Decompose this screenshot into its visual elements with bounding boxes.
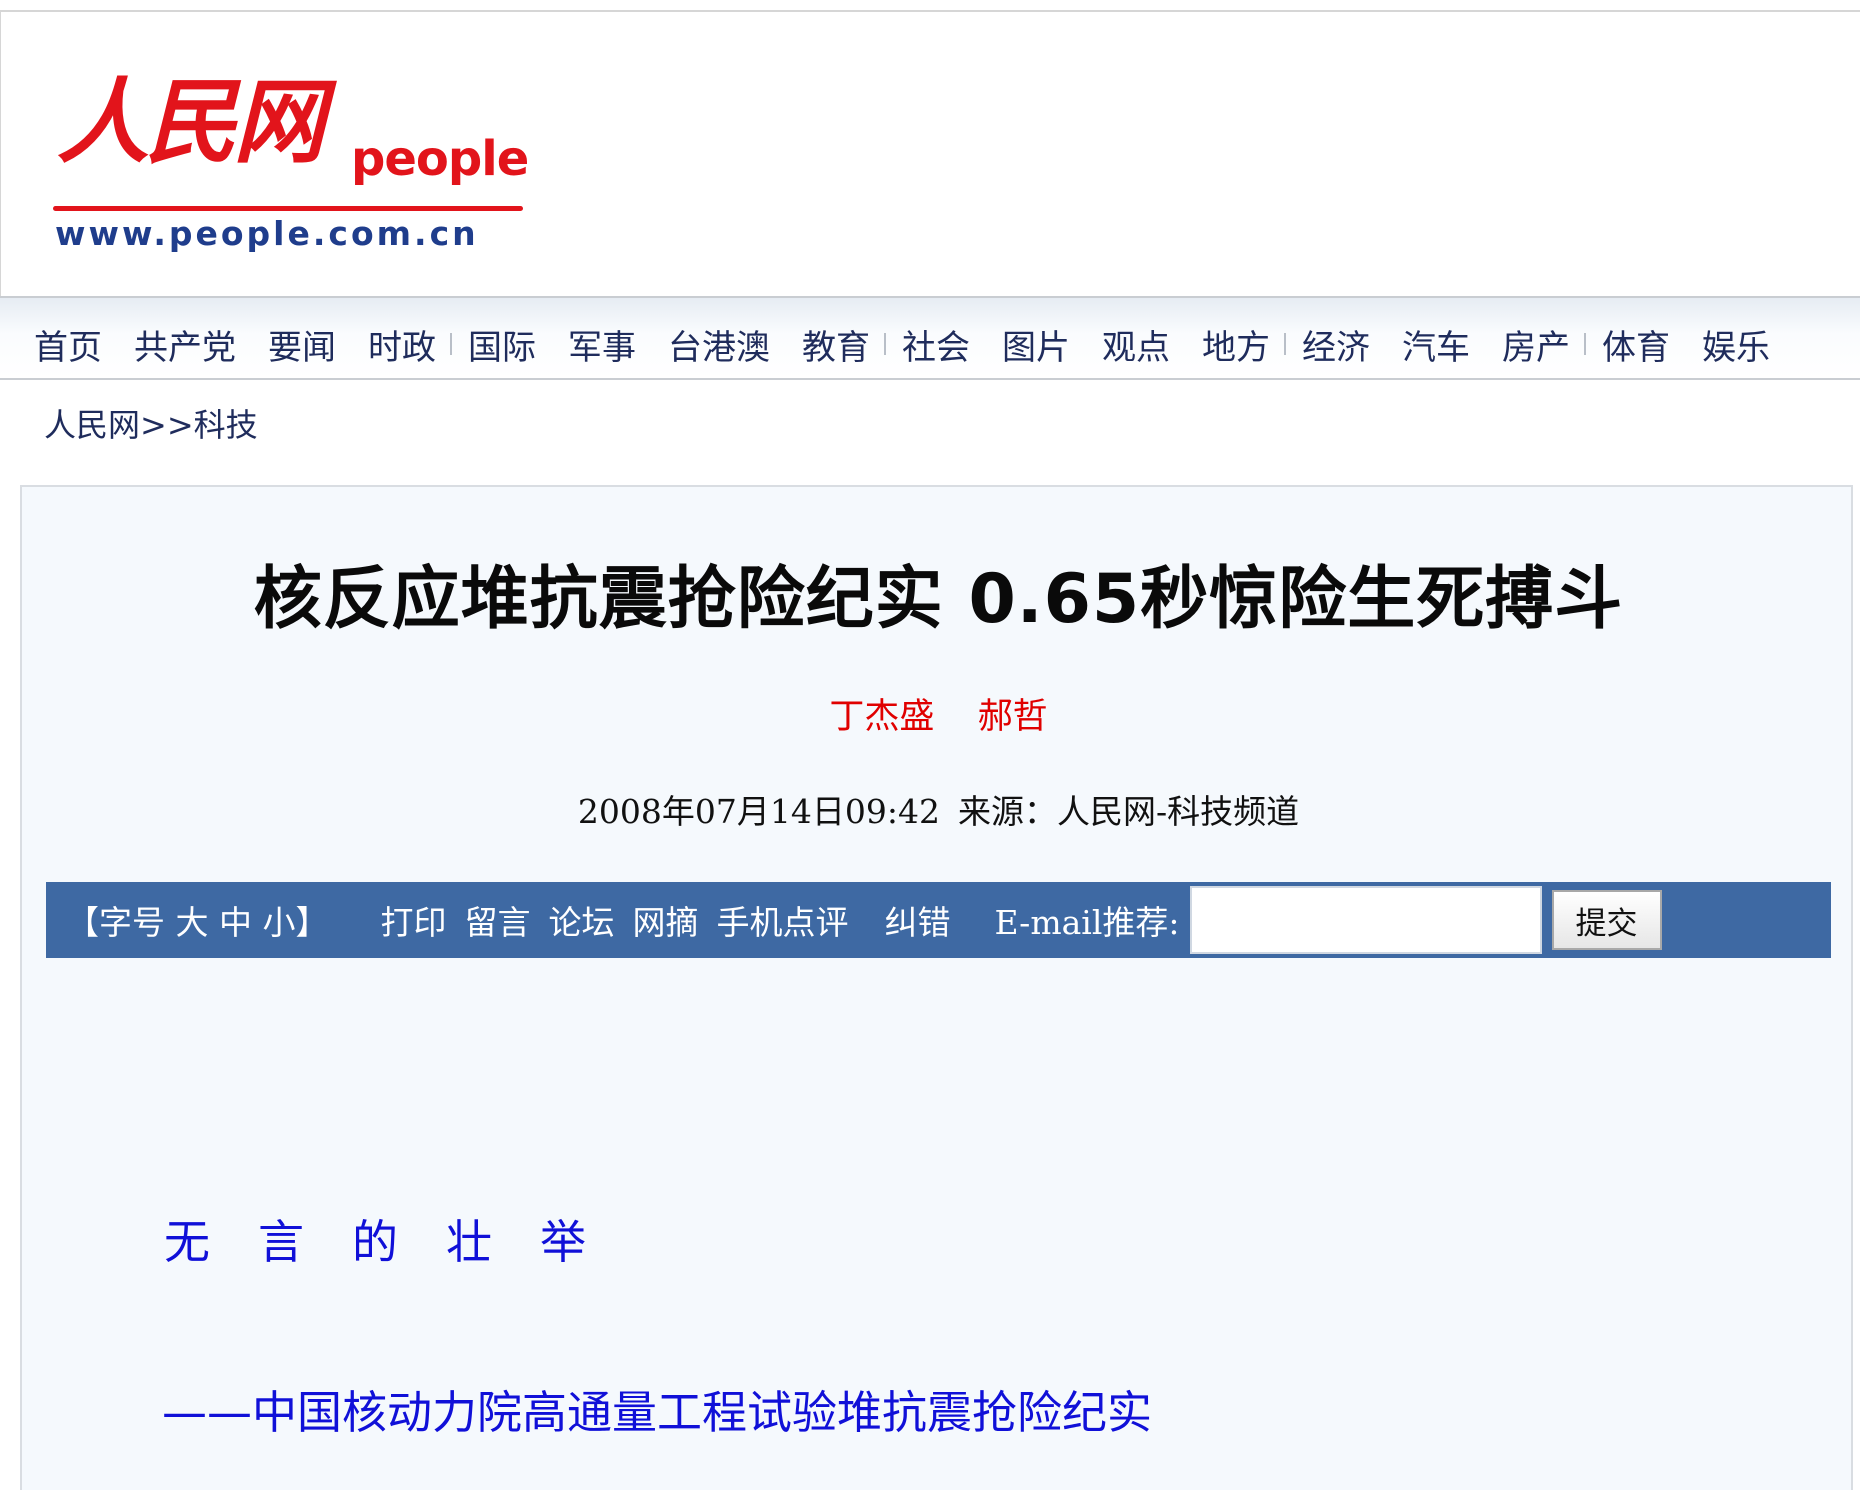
forum-link[interactable]: 论坛 (548, 896, 614, 944)
print-link[interactable]: 打印 (380, 896, 446, 944)
page: 人民网 people www.people.com.cn 首页 共产党 要闻 时政 国际… (0, 0, 1860, 1490)
nav-item[interactable]: 娱乐 (1702, 320, 1770, 369)
nav-item[interactable]: 台港澳 (668, 320, 770, 369)
article-subtitle: ——中国核动力院高通量工程试验堆抗震抢险纪实 (162, 1386, 1153, 1439)
nav-item[interactable]: 房产 (1502, 320, 1570, 369)
logo-chinese-text: 人民网 (57, 68, 325, 176)
logo-url-text: www.people.com.cn (55, 214, 479, 253)
main-nav: 首页 共产党 要闻 时政 国际 军事 台港澳 教育 社会 图片 观点 地方 经济 汽车 房产 体育 娱乐 (0, 296, 1860, 380)
comment-link[interactable]: 留言 (464, 896, 530, 944)
article-title: 核反应堆抗震抢险纪实 0.65秒惊险生死搏斗 (253, 560, 1624, 639)
nav-item[interactable]: 汽车 (1402, 320, 1470, 369)
nav-item[interactable]: 国际 (468, 320, 536, 369)
article-container: 核反应堆抗震抢险纪实 0.65秒惊险生死搏斗 丁杰盛 郝哲 2008年07月14… (20, 485, 1853, 1490)
correction-link[interactable]: 纠错 (884, 896, 950, 944)
nav-separator (1284, 333, 1286, 355)
header: 人民网 people www.people.com.cn (0, 10, 1860, 296)
font-size-control[interactable]: 【字号 大 中 小】 (66, 896, 328, 944)
nav-item[interactable]: 经济 (1302, 320, 1370, 369)
breadcrumb-separator: >> (140, 406, 194, 444)
nav-item[interactable]: 社会 (902, 320, 970, 369)
email-input[interactable] (1189, 886, 1542, 954)
breadcrumb-home-link[interactable]: 人民网 (44, 406, 140, 444)
breadcrumb: 人民网>>科技 (44, 400, 258, 450)
author-name: 丁杰盛 (829, 697, 935, 737)
nav-item[interactable]: 体育 (1602, 320, 1670, 369)
article-meta: 2008年07月14日09:42 来源：人民网-科技频道 (22, 787, 1855, 837)
digest-link[interactable]: 网摘 (632, 896, 698, 944)
nav-item[interactable]: 要闻 (268, 320, 336, 369)
logo-underline (53, 206, 523, 211)
nav-separator (1584, 333, 1586, 355)
nav-separator (450, 333, 452, 355)
article-date: 2008年07月14日09:42 (577, 792, 940, 831)
mobile-review-link[interactable]: 手机点评 (716, 896, 848, 944)
nav-item[interactable]: 军事 (568, 320, 636, 369)
nav-separator (884, 333, 886, 355)
author-name: 郝哲 (977, 697, 1048, 737)
article-toolbar: 【字号 大 中 小】 打印 留言 论坛 网摘 手机点评 纠错 E-mail推荐:… (46, 882, 1831, 958)
nav-item[interactable]: 首页 (34, 320, 102, 369)
article-source: 来源：人民网-科技频道 (957, 792, 1300, 831)
nav-item[interactable]: 图片 (1002, 320, 1070, 369)
nav-item[interactable]: 地方 (1202, 320, 1270, 369)
logo-english-text: people (351, 131, 529, 187)
nav-item[interactable]: 共产党 (134, 320, 236, 369)
breadcrumb-section-link[interactable]: 科技 (194, 406, 258, 444)
nav-item[interactable]: 观点 (1102, 320, 1170, 369)
email-recommend-label: E-mail推荐: (994, 903, 1180, 942)
nav-item[interactable]: 教育 (802, 320, 870, 369)
article-authors: 丁杰盛 郝哲 (22, 692, 1855, 742)
people-logo[interactable]: 人民网 people www.people.com.cn (51, 64, 531, 254)
section-heading: 无言的壮举 (164, 1215, 634, 1269)
submit-button[interactable]: 提交 (1551, 890, 1662, 950)
nav-item[interactable]: 时政 (368, 320, 436, 369)
